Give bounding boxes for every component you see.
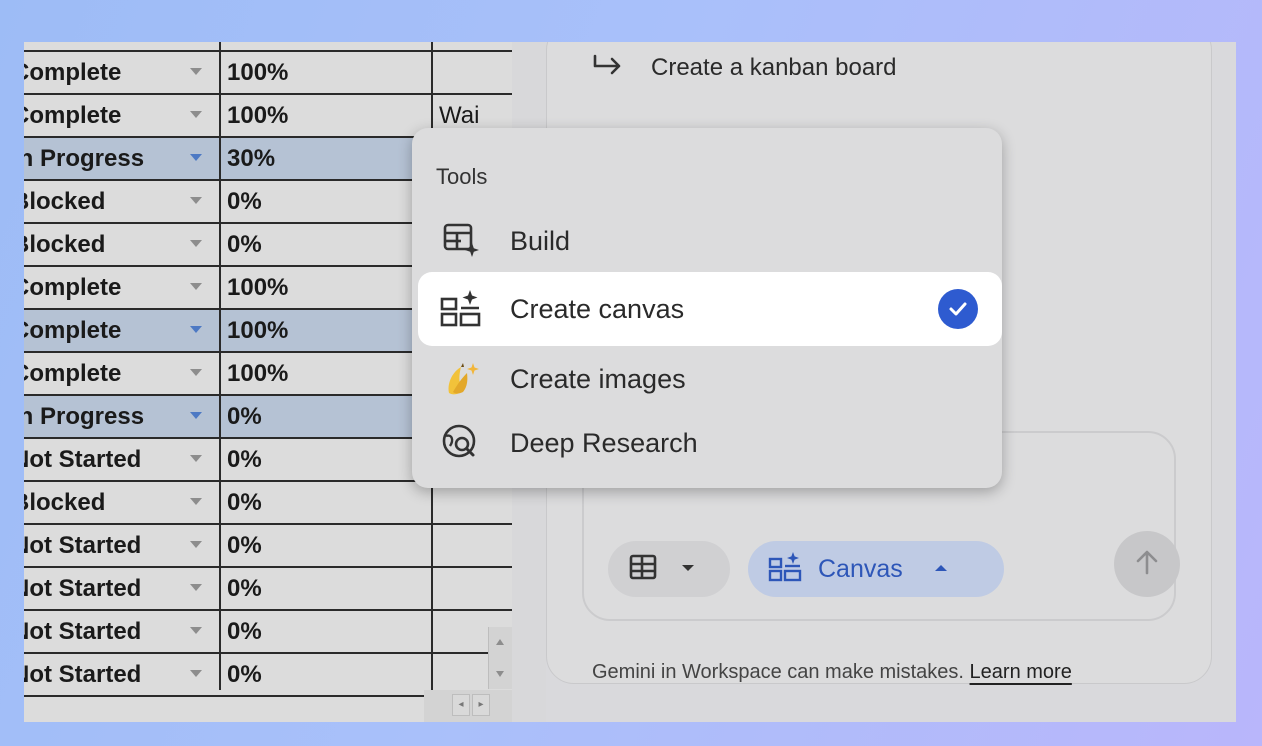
- vertical-scrollbar[interactable]: [488, 627, 512, 689]
- percent-cell[interactable]: 100%: [221, 95, 431, 136]
- learn-more-link[interactable]: Learn more: [970, 661, 1072, 683]
- percent-cell[interactable]: 0%: [221, 611, 431, 652]
- dropdown-arrow-icon[interactable]: [190, 111, 202, 118]
- suggestion-chip[interactable]: Create a kanban board: [591, 50, 897, 86]
- percent-cell[interactable]: 0%: [221, 568, 431, 609]
- percent-cell[interactable]: 0%: [221, 439, 431, 480]
- insert-table-button[interactable]: [608, 541, 730, 597]
- dropdown-arrow-icon[interactable]: [190, 498, 202, 505]
- scroll-left-icon[interactable]: ◂: [452, 694, 470, 716]
- canvas-chip-label: Canvas: [818, 554, 903, 583]
- chevron-down-icon: [680, 560, 696, 578]
- table-row[interactable]: Complete100%: [24, 52, 512, 95]
- dropdown-arrow-icon[interactable]: [190, 283, 202, 290]
- canvas-tool-chip[interactable]: Canvas: [748, 541, 1004, 597]
- table-row[interactable]: Blocked0%Wai: [24, 42, 512, 52]
- dropdown-arrow-icon[interactable]: [190, 627, 202, 634]
- dropdown-arrow-icon[interactable]: [190, 326, 202, 333]
- note-cell[interactable]: [433, 52, 512, 93]
- scroll-up-icon[interactable]: [496, 639, 504, 645]
- menu-item-label: Build: [510, 225, 571, 256]
- menu-item-label: Deep Research: [510, 427, 698, 458]
- disclaimer: Gemini in Workspace can make mistakes. L…: [592, 661, 1072, 684]
- menu-item-label: Create canvas: [510, 293, 685, 324]
- arrow-up-icon: [1132, 547, 1162, 582]
- table-icon: [628, 552, 658, 587]
- percent-cell[interactable]: 100%: [221, 267, 431, 308]
- send-button[interactable]: [1114, 531, 1180, 597]
- banana-icon: [438, 356, 484, 402]
- dropdown-arrow-icon[interactable]: [190, 412, 202, 419]
- table-row[interactable]: Not Started 0%: [24, 568, 512, 611]
- dropdown-arrow-icon[interactable]: [190, 369, 202, 376]
- disclaimer-text: Gemini in Workspace can make mistakes.: [592, 661, 964, 683]
- app-frame: Blocked0%WaiComplete100%Complete100%WaiI…: [24, 42, 1236, 722]
- menu-item-create-canvas[interactable]: Create canvas: [418, 272, 1002, 346]
- percent-cell[interactable]: 0%: [221, 525, 431, 566]
- menu-item-deep-research[interactable]: Deep Research: [412, 410, 1002, 476]
- scroll-down-icon[interactable]: [496, 671, 504, 677]
- note-cell[interactable]: Wai: [433, 42, 512, 50]
- dropdown-arrow-icon[interactable]: [190, 68, 202, 75]
- status-cell[interactable]: Blocked: [24, 42, 221, 50]
- horizontal-scrollbar[interactable]: ◂ ▸: [424, 690, 512, 722]
- chevron-up-icon: [933, 560, 949, 578]
- percent-cell[interactable]: 0%: [221, 654, 431, 695]
- tools-menu: Tools Build Create canvas Create images: [412, 128, 1002, 488]
- dropdown-arrow-icon[interactable]: [190, 541, 202, 548]
- note-cell[interactable]: [433, 568, 512, 609]
- percent-cell[interactable]: 0%: [221, 224, 431, 265]
- canvas-icon: [438, 286, 484, 332]
- percent-cell[interactable]: 100%: [221, 52, 431, 93]
- deep-research-icon: [438, 420, 484, 466]
- dropdown-arrow-icon[interactable]: [190, 455, 202, 462]
- dropdown-arrow-icon[interactable]: [190, 240, 202, 247]
- suggestion-label: Create a kanban board: [651, 54, 897, 81]
- dropdown-arrow-icon[interactable]: [190, 197, 202, 204]
- percent-cell[interactable]: 30%: [221, 138, 431, 179]
- arrow-turn-right-icon: [591, 53, 625, 84]
- table-row[interactable]: Blocked0%: [24, 482, 512, 525]
- dropdown-arrow-icon[interactable]: [190, 154, 202, 161]
- note-cell[interactable]: [433, 525, 512, 566]
- percent-cell[interactable]: 0%: [221, 181, 431, 222]
- note-cell[interactable]: [433, 482, 512, 523]
- check-circle-icon: [938, 289, 978, 329]
- column-divider: [219, 42, 221, 690]
- tools-heading: Tools: [436, 164, 488, 189]
- percent-cell[interactable]: 0%: [221, 42, 431, 50]
- percent-cell[interactable]: 100%: [221, 353, 431, 394]
- table-row[interactable]: Not Started 0%: [24, 525, 512, 568]
- dropdown-arrow-icon[interactable]: [190, 670, 202, 677]
- dropdown-arrow-icon[interactable]: [190, 584, 202, 591]
- canvas-icon: [768, 551, 804, 588]
- build-icon: [438, 218, 484, 264]
- table-row[interactable]: Not Started 0%: [24, 611, 512, 654]
- scroll-right-icon[interactable]: ▸: [472, 694, 490, 716]
- menu-item-label: Create images: [510, 363, 686, 394]
- menu-item-build[interactable]: Build: [412, 208, 1002, 274]
- percent-cell[interactable]: 100%: [221, 310, 431, 351]
- menu-item-create-images[interactable]: Create images: [412, 346, 1002, 412]
- percent-cell[interactable]: 0%: [221, 482, 431, 523]
- percent-cell[interactable]: 0%: [221, 396, 431, 437]
